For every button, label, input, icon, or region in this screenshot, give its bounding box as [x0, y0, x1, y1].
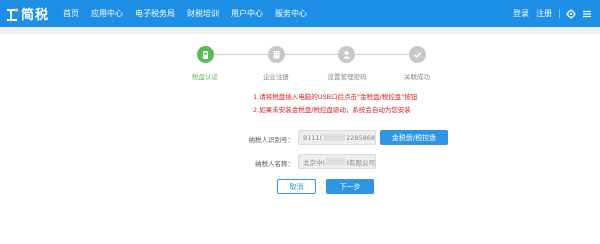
nav-e-tax-bureau[interactable]: 电子税务局 [135, 8, 175, 19]
step-1-label: 税盘认证 [192, 73, 218, 81]
header-divider [559, 9, 560, 18]
logo-mark-icon [7, 7, 19, 21]
redacted-block [326, 158, 346, 165]
redacted-block [323, 134, 346, 141]
top-navbar: 简税 首页 应用中心 电子税务局 财税培训 用户中心 服务中心 登录 注册 [0, 0, 600, 27]
step-3-label: 设置管理密码 [327, 73, 367, 81]
nav-service-center[interactable]: 服务中心 [275, 8, 307, 19]
instruction-note-2: 2.如果未安装金税盘/税控盘驱动，系统会自动为您安装 [253, 106, 411, 114]
step-connector [214, 54, 269, 55]
building-icon [273, 51, 280, 59]
user-icon [342, 51, 351, 59]
tax-id-value-prefix: 9111( [303, 133, 323, 142]
detect-tax-disk-button[interactable]: 金税盘/税控盘 [380, 130, 448, 145]
tax-name-field[interactable]: 北京中( t有限公司 [298, 154, 376, 169]
logo[interactable]: 简税 [5, 3, 49, 24]
header-actions: 登录 注册 [506, 0, 592, 27]
step-2-circle [268, 46, 285, 63]
next-step-button[interactable]: 下一步 [326, 179, 374, 194]
login-link[interactable]: 登录 [513, 8, 529, 19]
step-3-circle [338, 46, 355, 63]
step-1-circle [197, 46, 214, 63]
tax-id-field[interactable]: 9111( 2285868 [298, 130, 376, 145]
tax-id-label: 纳税人识别号： [248, 136, 295, 144]
step-2-label: 企业注册 [263, 73, 289, 81]
step-connector [355, 54, 410, 55]
tax-id-value-suffix: 2285868 [346, 133, 375, 142]
nav-user-center[interactable]: 用户中心 [231, 8, 263, 19]
menu-icon[interactable] [582, 9, 592, 19]
gear-icon[interactable] [566, 8, 576, 19]
tax-name-value-prefix: 北京中( [303, 158, 326, 167]
progress-steps: 税盘认证 企业注册 设置管理密码 关联成功 [0, 34, 600, 84]
step-connector [284, 54, 339, 55]
step-4-circle [409, 46, 426, 63]
step-4-label: 关联成功 [404, 73, 430, 81]
tax-name-label: 纳税人名称： [255, 160, 294, 168]
nav-app-center[interactable]: 应用中心 [91, 8, 123, 19]
shield-icon [203, 50, 208, 59]
main-card: 税盘认证 企业注册 设置管理密码 关联成功 1.请将税盘插入电脑的USB口后点击… [0, 34, 600, 244]
nav-home[interactable]: 首页 [63, 8, 79, 19]
nav-tax-training[interactable]: 财税培训 [187, 8, 219, 19]
instruction-note-1: 1.请将税盘插入电脑的USB口后点击"金税盘/税控盘"按钮 [253, 93, 418, 101]
cancel-button[interactable]: 取消 [277, 179, 316, 194]
main-nav: 首页 应用中心 电子税务局 财税培训 用户中心 服务中心 [63, 0, 319, 27]
tax-name-value-suffix: t有限公司 [346, 158, 375, 167]
check-icon [413, 51, 422, 59]
logo-text: 简税 [21, 8, 50, 23]
register-link[interactable]: 注册 [536, 8, 552, 19]
